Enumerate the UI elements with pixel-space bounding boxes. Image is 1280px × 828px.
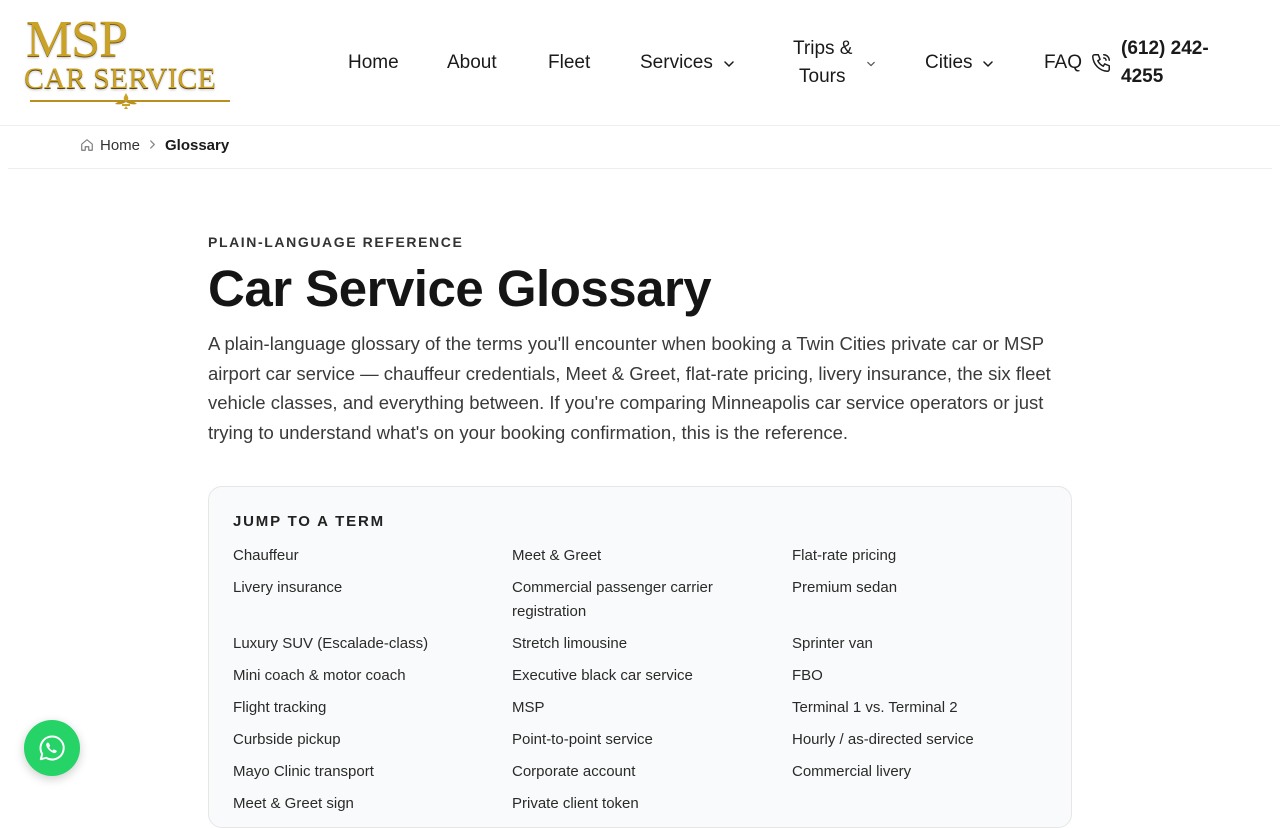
term-link[interactable]: Chauffeur: [233, 544, 299, 568]
term-link[interactable]: Stretch limousine: [512, 632, 627, 656]
breadcrumb-home-link[interactable]: Home: [100, 137, 140, 154]
nav-about[interactable]: About: [447, 49, 497, 77]
nav-faq[interactable]: FAQ: [1044, 49, 1082, 77]
breadcrumb: Home Glossary: [8, 126, 1272, 169]
chevron-down-icon: [724, 61, 734, 67]
page-title: Car Service Glossary: [208, 260, 712, 317]
chevron-right-icon: [150, 140, 155, 149]
chevron-down-icon: [867, 61, 875, 67]
term-link[interactable]: Mayo Clinic transport: [233, 760, 374, 784]
jump-to-term-panel: JUMP TO A TERM Chauffeur Meet & Greet Fl…: [208, 486, 1072, 828]
term-link[interactable]: Mini coach & motor coach: [233, 664, 406, 688]
term-link[interactable]: Luxury SUV (Escalade-class): [233, 632, 428, 656]
whatsapp-button[interactable]: [24, 720, 80, 776]
term-link[interactable]: Meet & Greet: [512, 544, 601, 568]
jump-panel-title: JUMP TO A TERM: [233, 513, 385, 530]
logo-wordmark-msp: MSP: [26, 11, 128, 68]
term-link[interactable]: Premium sedan: [792, 576, 897, 600]
fleur-ornament-icon: [115, 93, 137, 109]
nav-trips-label-line1: Trips &: [793, 38, 853, 59]
intro-paragraph: A plain-language glossary of the terms y…: [208, 333, 1051, 443]
term-link[interactable]: Commercial livery: [792, 760, 911, 784]
phone-line-1: (612) 242-: [1121, 38, 1209, 59]
term-link[interactable]: MSP: [512, 696, 545, 720]
logo[interactable]: MSP CAR SERVICE: [24, 14, 236, 110]
term-link[interactable]: Private client token: [512, 792, 639, 816]
term-link[interactable]: FBO: [792, 664, 823, 688]
logo-wordmark-car-service: CAR SERVICE: [24, 62, 216, 95]
home-icon: [81, 139, 93, 151]
term-link[interactable]: Hourly / as-directed service: [792, 728, 974, 752]
term-link[interactable]: Executive black car service: [512, 664, 693, 688]
site-header: MSP CAR SERVICE Home About Fleet Service…: [0, 0, 1280, 126]
term-link[interactable]: Livery insurance: [233, 576, 342, 600]
term-link[interactable]: Sprinter van: [792, 632, 873, 656]
nav-trips-label-line2: Tours: [799, 66, 846, 87]
nav-cities-label: Cities: [925, 52, 973, 73]
term-link[interactable]: Curbside pickup: [233, 728, 341, 752]
term-link[interactable]: Commercial passenger carrier registratio…: [512, 576, 742, 624]
term-link[interactable]: Flat-rate pricing: [792, 544, 896, 568]
whatsapp-icon: [39, 735, 65, 761]
nav-services-label: Services: [640, 52, 713, 73]
term-link[interactable]: Corporate account: [512, 760, 635, 784]
chevron-down-icon: [983, 61, 993, 67]
phone-number: (612) 242- 4255: [1121, 35, 1261, 91]
phone-line-2: 4255: [1121, 66, 1164, 87]
term-link[interactable]: Meet & Greet sign: [233, 792, 354, 816]
eyebrow-label: PLAIN-LANGUAGE REFERENCE: [208, 234, 464, 250]
term-link[interactable]: Flight tracking: [233, 696, 326, 720]
breadcrumb-current: Glossary: [165, 137, 230, 154]
term-link[interactable]: Point-to-point service: [512, 728, 653, 752]
phone-icon: [1092, 54, 1110, 72]
nav-fleet[interactable]: Fleet: [548, 49, 590, 77]
nav-home[interactable]: Home: [348, 49, 399, 77]
term-link[interactable]: Terminal 1 vs. Terminal 2: [792, 696, 958, 720]
